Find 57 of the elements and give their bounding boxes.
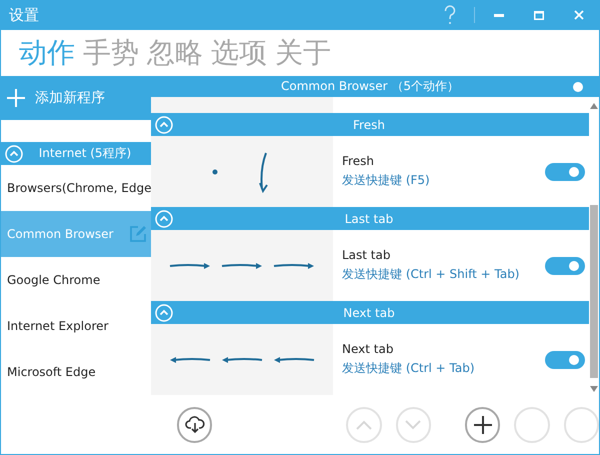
left-arrow-stroke-icon — [168, 354, 212, 364]
right-arrow-stroke-icon — [272, 260, 316, 270]
action-name: Next tab — [342, 342, 394, 356]
maximize-icon — [534, 10, 544, 20]
scroll-down-icon[interactable] — [590, 386, 598, 392]
section-title: Fresh — [352, 118, 386, 132]
right-arrow-stroke-icon — [168, 260, 212, 270]
collapse-icon[interactable] — [5, 144, 23, 162]
section-header[interactable]: Next tab — [151, 301, 589, 324]
action-shortcut: 发送快捷键 (Ctrl + Shift + Tab) — [342, 266, 520, 283]
add-button[interactable] — [464, 407, 500, 443]
section-header[interactable]: Fresh — [151, 113, 589, 136]
scrollbar-thumb[interactable] — [590, 205, 598, 378]
close-icon — [574, 10, 584, 20]
program-name: Internet Explorer — [7, 319, 110, 333]
action-shortcut: 发送快捷键 (Ctrl + Tab) — [342, 360, 476, 377]
left-arrow-stroke-icon — [220, 354, 264, 364]
group-label: Internet (5程序) — [38, 145, 132, 162]
down-chevron-icon — [405, 420, 422, 430]
program-name: Browsers(Chrome, Edge — [7, 181, 152, 195]
toggle-switch[interactable] — [545, 162, 585, 180]
right-arrow-stroke-icon — [220, 260, 264, 270]
collapse-icon[interactable] — [155, 210, 173, 228]
add-program-button[interactable]: 添加新程序 — [1, 76, 151, 120]
tab[interactable]: 选项 — [211, 34, 267, 72]
collapse-icon[interactable] — [155, 116, 173, 134]
tab[interactable]: 关于 — [275, 34, 331, 72]
plus-icon — [7, 89, 25, 107]
help-icon — [444, 5, 456, 25]
group-header[interactable]: Internet (5程序) — [1, 142, 151, 165]
window-title: 设置 — [9, 6, 40, 24]
section-title: Next tab — [342, 306, 396, 320]
action-name: Fresh — [342, 154, 375, 168]
panel-title: Common Browser （5个动作） — [280, 78, 460, 95]
section-header[interactable]: Last tab — [151, 207, 589, 230]
toggle-switch[interactable] — [545, 256, 585, 274]
left-arrow-stroke-icon — [272, 354, 316, 364]
edit-icon[interactable] — [129, 225, 147, 243]
scroll-up-icon[interactable] — [590, 103, 598, 109]
up-chevron-icon — [356, 420, 372, 430]
program-name: Common Browser — [7, 227, 114, 241]
sidebar-item[interactable]: Common Browser — [1, 211, 151, 257]
tab[interactable]: 手势 — [83, 34, 139, 72]
section-title: Last tab — [344, 212, 394, 226]
collapse-icon[interactable] — [155, 304, 173, 322]
tab[interactable]: 忽略 — [147, 34, 203, 72]
minimize-icon — [494, 14, 504, 16]
plus-icon — [472, 415, 493, 435]
toggle-switch[interactable] — [545, 350, 585, 368]
cloud-download-icon — [184, 416, 205, 434]
cloud-download-button[interactable] — [177, 407, 212, 443]
program-name: Microsoft Edge — [7, 365, 97, 379]
action-shortcut: 发送快捷键 (F5) — [342, 172, 431, 189]
dot-icon — [212, 168, 218, 174]
action-name: Last tab — [342, 248, 392, 262]
tab[interactable]: 动作 — [19, 34, 75, 72]
program-name: Google Chrome — [7, 273, 102, 287]
